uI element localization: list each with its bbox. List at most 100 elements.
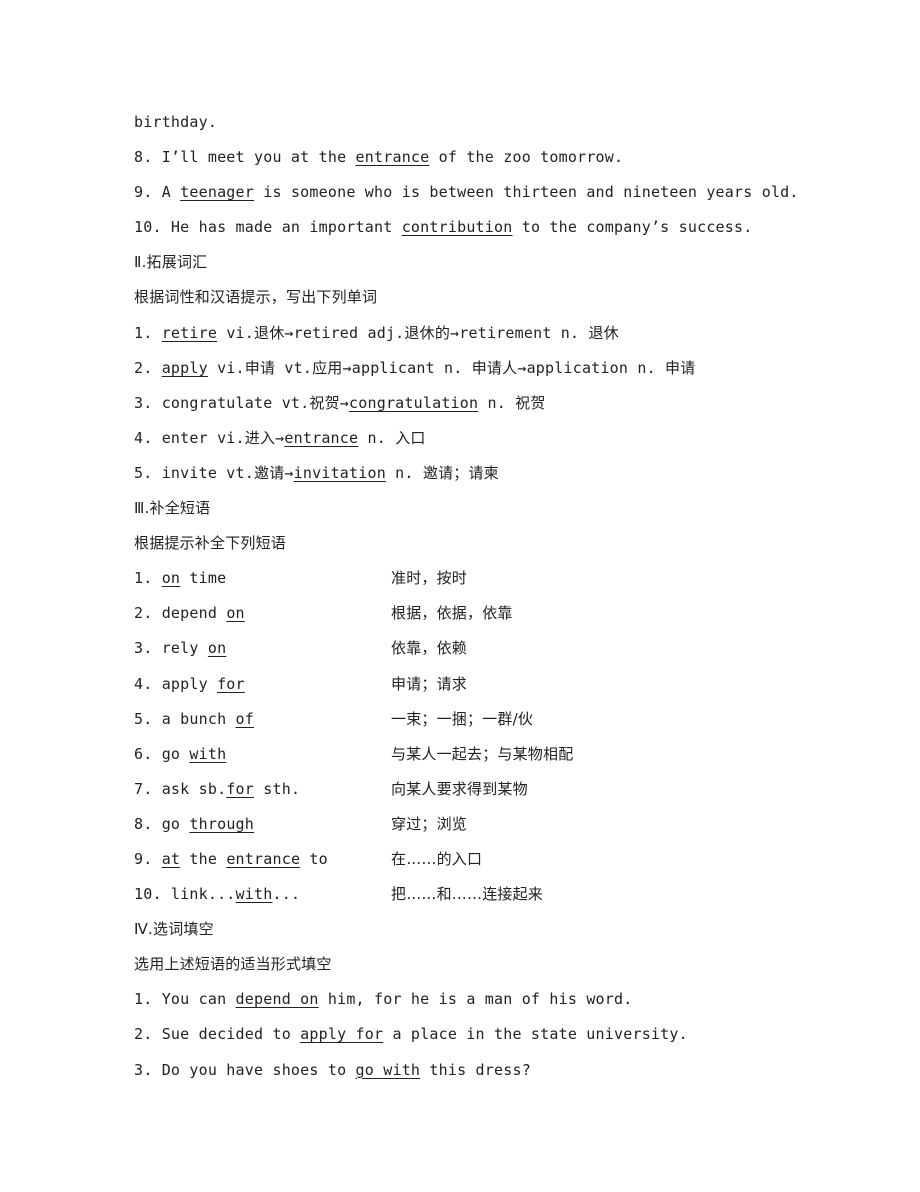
word-form-item: 5. invite vt.邀请→invitation n. 邀请；请柬 [134, 459, 834, 494]
text-segment: 2. depend [134, 604, 227, 623]
answer-blank: apply for [300, 1025, 384, 1044]
text-segment: 10. link... [134, 885, 236, 904]
phrase-item: 8. go through 穿过；浏览 [134, 810, 834, 845]
fill-in-item: 3. Do you have shoes to go with this dre… [134, 1056, 834, 1091]
phrase-chinese: 向某人要求得到某物 [391, 779, 528, 798]
text-segment: 2. [134, 358, 162, 377]
sentence-item: 9. A teenager is someone who is between … [134, 178, 834, 213]
phrase-item: 6. go with 与某人一起去；与某物相配 [134, 740, 834, 775]
text-segment: a place in the state university. [383, 1025, 688, 1044]
phrase-chinese: 依靠，依赖 [391, 639, 468, 658]
answer-blank: contribution [401, 218, 513, 237]
text-segment: birthday. [134, 113, 218, 131]
phrase-item: 7. ask sb.for sth. 向某人要求得到某物 [134, 775, 834, 810]
answer-blank: entrance [226, 849, 301, 868]
phrase-chinese: 穿过；浏览 [391, 814, 468, 833]
phrase-chinese: 申请；请求 [391, 674, 468, 693]
answer-blank: for [226, 779, 255, 798]
phrase-list: 1. on time 准时，按时 2. depend on 根据，依据，依靠 3. re… [134, 564, 834, 915]
section-heading-fill-in: Ⅳ.选词填空 [134, 920, 214, 939]
phrase-item: 3. rely on 依靠，依赖 [134, 634, 834, 669]
phrase-english: 4. apply for [134, 670, 391, 705]
text-segment: 4. enter vi.进入→ [134, 428, 285, 447]
text-segment: n. 入口 [358, 428, 426, 447]
answer-blank: with [189, 744, 227, 763]
text-segment: 3. Do you have shoes to [134, 1060, 356, 1079]
phrase-english: 8. go through [134, 810, 391, 845]
phrase-english: 9. at the entrance to [134, 845, 391, 880]
answer-blank: depend on [235, 990, 319, 1009]
text-segment: ... [272, 885, 301, 904]
sentence-item: 8. I’ll meet you at the entrance of the … [134, 143, 834, 178]
answer-blank: entrance [355, 148, 430, 167]
answer-blank: through [189, 814, 255, 833]
text-segment: 8. go [134, 814, 190, 833]
text-segment: to the company’s success. [512, 218, 753, 237]
section-instruction: 选用上述短语的适当形式填空 [134, 955, 332, 974]
text-segment: 5. invite vt.邀请→ [134, 463, 294, 482]
section-instruction: 根据词性和汉语提示，写出下列单词 [134, 288, 378, 307]
phrase-chinese: 把……和……连接起来 [391, 885, 544, 904]
section-instruction: 根据提示补全下列短语 [134, 534, 287, 553]
phrase-chinese: 准时，按时 [391, 569, 468, 588]
text-segment: 5. a bunch [134, 709, 236, 728]
word-form-item: 1. retire vi.退休→retired adj.退休的→retireme… [134, 319, 834, 354]
phrase-english: 6. go with [134, 740, 391, 775]
phrase-item: 5. a bunch of 一束；一捆；一群/伙 [134, 705, 834, 740]
phrase-chinese: 与某人一起去；与某物相配 [391, 744, 574, 763]
phrase-english: 2. depend on [134, 599, 391, 634]
answer-blank: for [217, 674, 245, 693]
phrase-english: 1. on time [134, 564, 391, 599]
word-form-item: 3. congratulate vt.祝贺→congratulation n. … [134, 389, 834, 424]
phrase-item: 2. depend on 根据，依据，依靠 [134, 599, 834, 634]
text-segment: n. 祝贺 [478, 393, 546, 412]
text-segment: 4. apply [134, 674, 218, 693]
answer-blank: congratulation [349, 393, 479, 412]
word-form-item: 2. apply vi.申请 vt.应用→applicant n. 申请人→ap… [134, 354, 834, 389]
answer-blank: retire [161, 323, 218, 342]
text-segment: 6. go [134, 744, 190, 763]
text-segment: 3. congratulate vt.祝贺→ [134, 393, 350, 412]
answer-blank: entrance [284, 428, 359, 447]
text-segment: 3. rely [134, 639, 208, 658]
text-segment: the [180, 849, 227, 868]
phrase-english: 5. a bunch of [134, 705, 391, 740]
text-segment: 1. [134, 323, 162, 342]
phrase-chinese: 在……的入口 [391, 849, 483, 868]
text-segment: n. 邀请；请柬 [385, 463, 499, 482]
answer-blank: on [207, 639, 227, 658]
sentence-item: 10. He has made an important contributio… [134, 213, 834, 248]
answer-blank: on [161, 569, 181, 588]
text-segment: time [180, 569, 227, 588]
text-segment: 7. ask sb. [134, 779, 227, 798]
text-segment: him, for he is a man of his word. [318, 990, 633, 1009]
text-segment: 1. [134, 569, 162, 588]
section-heading-vocabulary: Ⅱ.拓展词汇 [134, 253, 208, 272]
text-segment: of the zoo tomorrow. [429, 148, 624, 167]
text-segment: 1. You can [134, 990, 236, 1009]
phrase-chinese: 一束；一捆；一群/伙 [391, 709, 534, 728]
answer-blank: teenager [180, 183, 255, 202]
text-segment: vi.退休→retired adj.退休的→retirement n. 退休 [217, 323, 619, 342]
phrase-item: 1. on time 准时，按时 [134, 564, 834, 599]
text-segment: 2. Sue decided to [134, 1025, 301, 1044]
word-form-item: 4. enter vi.进入→entrance n. 入口 [134, 424, 834, 459]
text-segment: 9. [134, 849, 162, 868]
text-segment: is someone who is between thirteen and n… [254, 183, 799, 202]
phrase-item: 10. link...with... 把……和……连接起来 [134, 880, 834, 915]
phrase-item: 9. at the entrance to 在……的入口 [134, 845, 834, 880]
continued-sentence: birthday. [134, 108, 834, 143]
answer-blank: on [226, 604, 245, 623]
fill-in-item: 2. Sue decided to apply for a place in t… [134, 1020, 834, 1055]
text-segment: this dress? [420, 1060, 531, 1079]
text-segment: to [300, 849, 328, 868]
answer-blank: with [235, 885, 273, 904]
phrase-chinese: 根据，依据，依靠 [391, 604, 513, 623]
document-page: birthday. 8. I’ll meet you at the entran… [134, 108, 834, 1091]
text-segment: vi.申请 vt.应用→applicant n. 申请人→application… [207, 358, 696, 377]
text-segment: 10. He has made an important [134, 218, 402, 237]
text-segment: 9. A [134, 183, 181, 202]
fill-in-item: 1. You can depend on him, for he is a ma… [134, 985, 834, 1020]
phrase-english: 7. ask sb.for sth. [134, 775, 391, 810]
phrase-english: 3. rely on [134, 634, 391, 669]
